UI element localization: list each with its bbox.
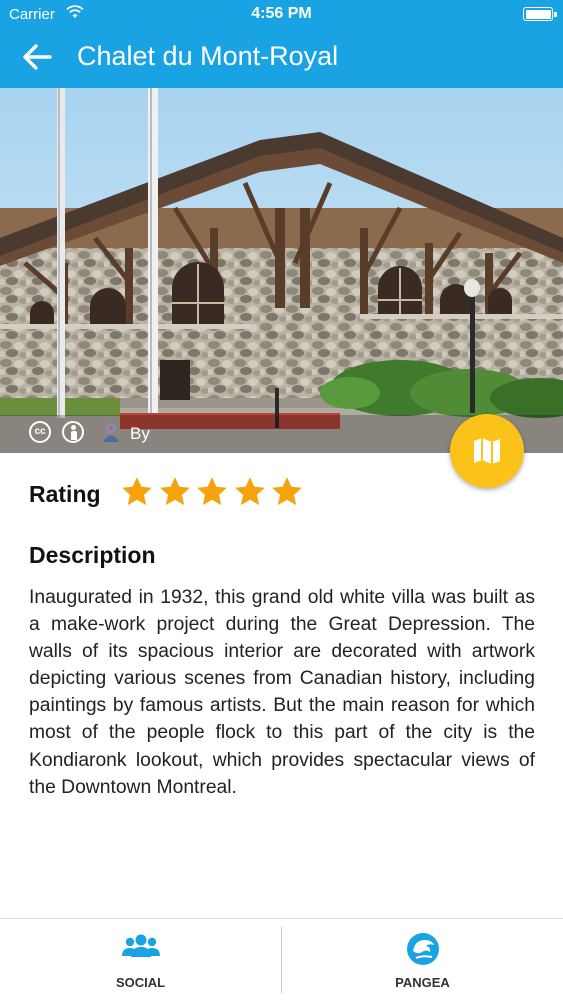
tab-social[interactable]: SOCIAL <box>0 919 281 1001</box>
star-icon <box>159 477 190 506</box>
attribution-text: By <box>130 424 150 443</box>
star-icon <box>234 477 265 506</box>
tab-pangea[interactable]: PANGEA <box>282 919 563 1001</box>
clock: 4:56 PM <box>251 5 312 22</box>
arrow-left-icon <box>23 44 52 70</box>
star-icon <box>197 477 227 506</box>
page-title: Chalet du Mont-Royal <box>77 41 339 71</box>
pangea-logo-icon <box>282 931 563 965</box>
map-icon <box>474 438 500 464</box>
status-bar: Carrier 4:56 PM <box>0 0 563 28</box>
battery-icon <box>523 7 557 21</box>
description-heading: Description <box>29 542 156 568</box>
navigation-header: Carrier 4:56 PM Chalet du Mont-Royal <box>0 0 563 88</box>
description-text: Inaugurated in 1932, this grand old whit… <box>29 587 535 798</box>
attribution-icon[interactable] <box>62 421 84 443</box>
people-icon <box>0 931 281 965</box>
rating-label: Rating <box>29 481 101 507</box>
tab-social-label: SOCIAL <box>115 975 166 990</box>
hero-photo <box>0 88 563 453</box>
back-button[interactable] <box>20 40 60 76</box>
author-icon <box>101 421 121 443</box>
star-icon <box>272 477 302 506</box>
map-button[interactable] <box>450 414 524 488</box>
star-icon <box>122 477 152 506</box>
bottom-tab-bar: SOCIAL PANGEA <box>0 918 563 1001</box>
creative-commons-icon[interactable]: cc <box>29 421 51 443</box>
tab-pangea-label: PANGEA <box>395 975 450 990</box>
